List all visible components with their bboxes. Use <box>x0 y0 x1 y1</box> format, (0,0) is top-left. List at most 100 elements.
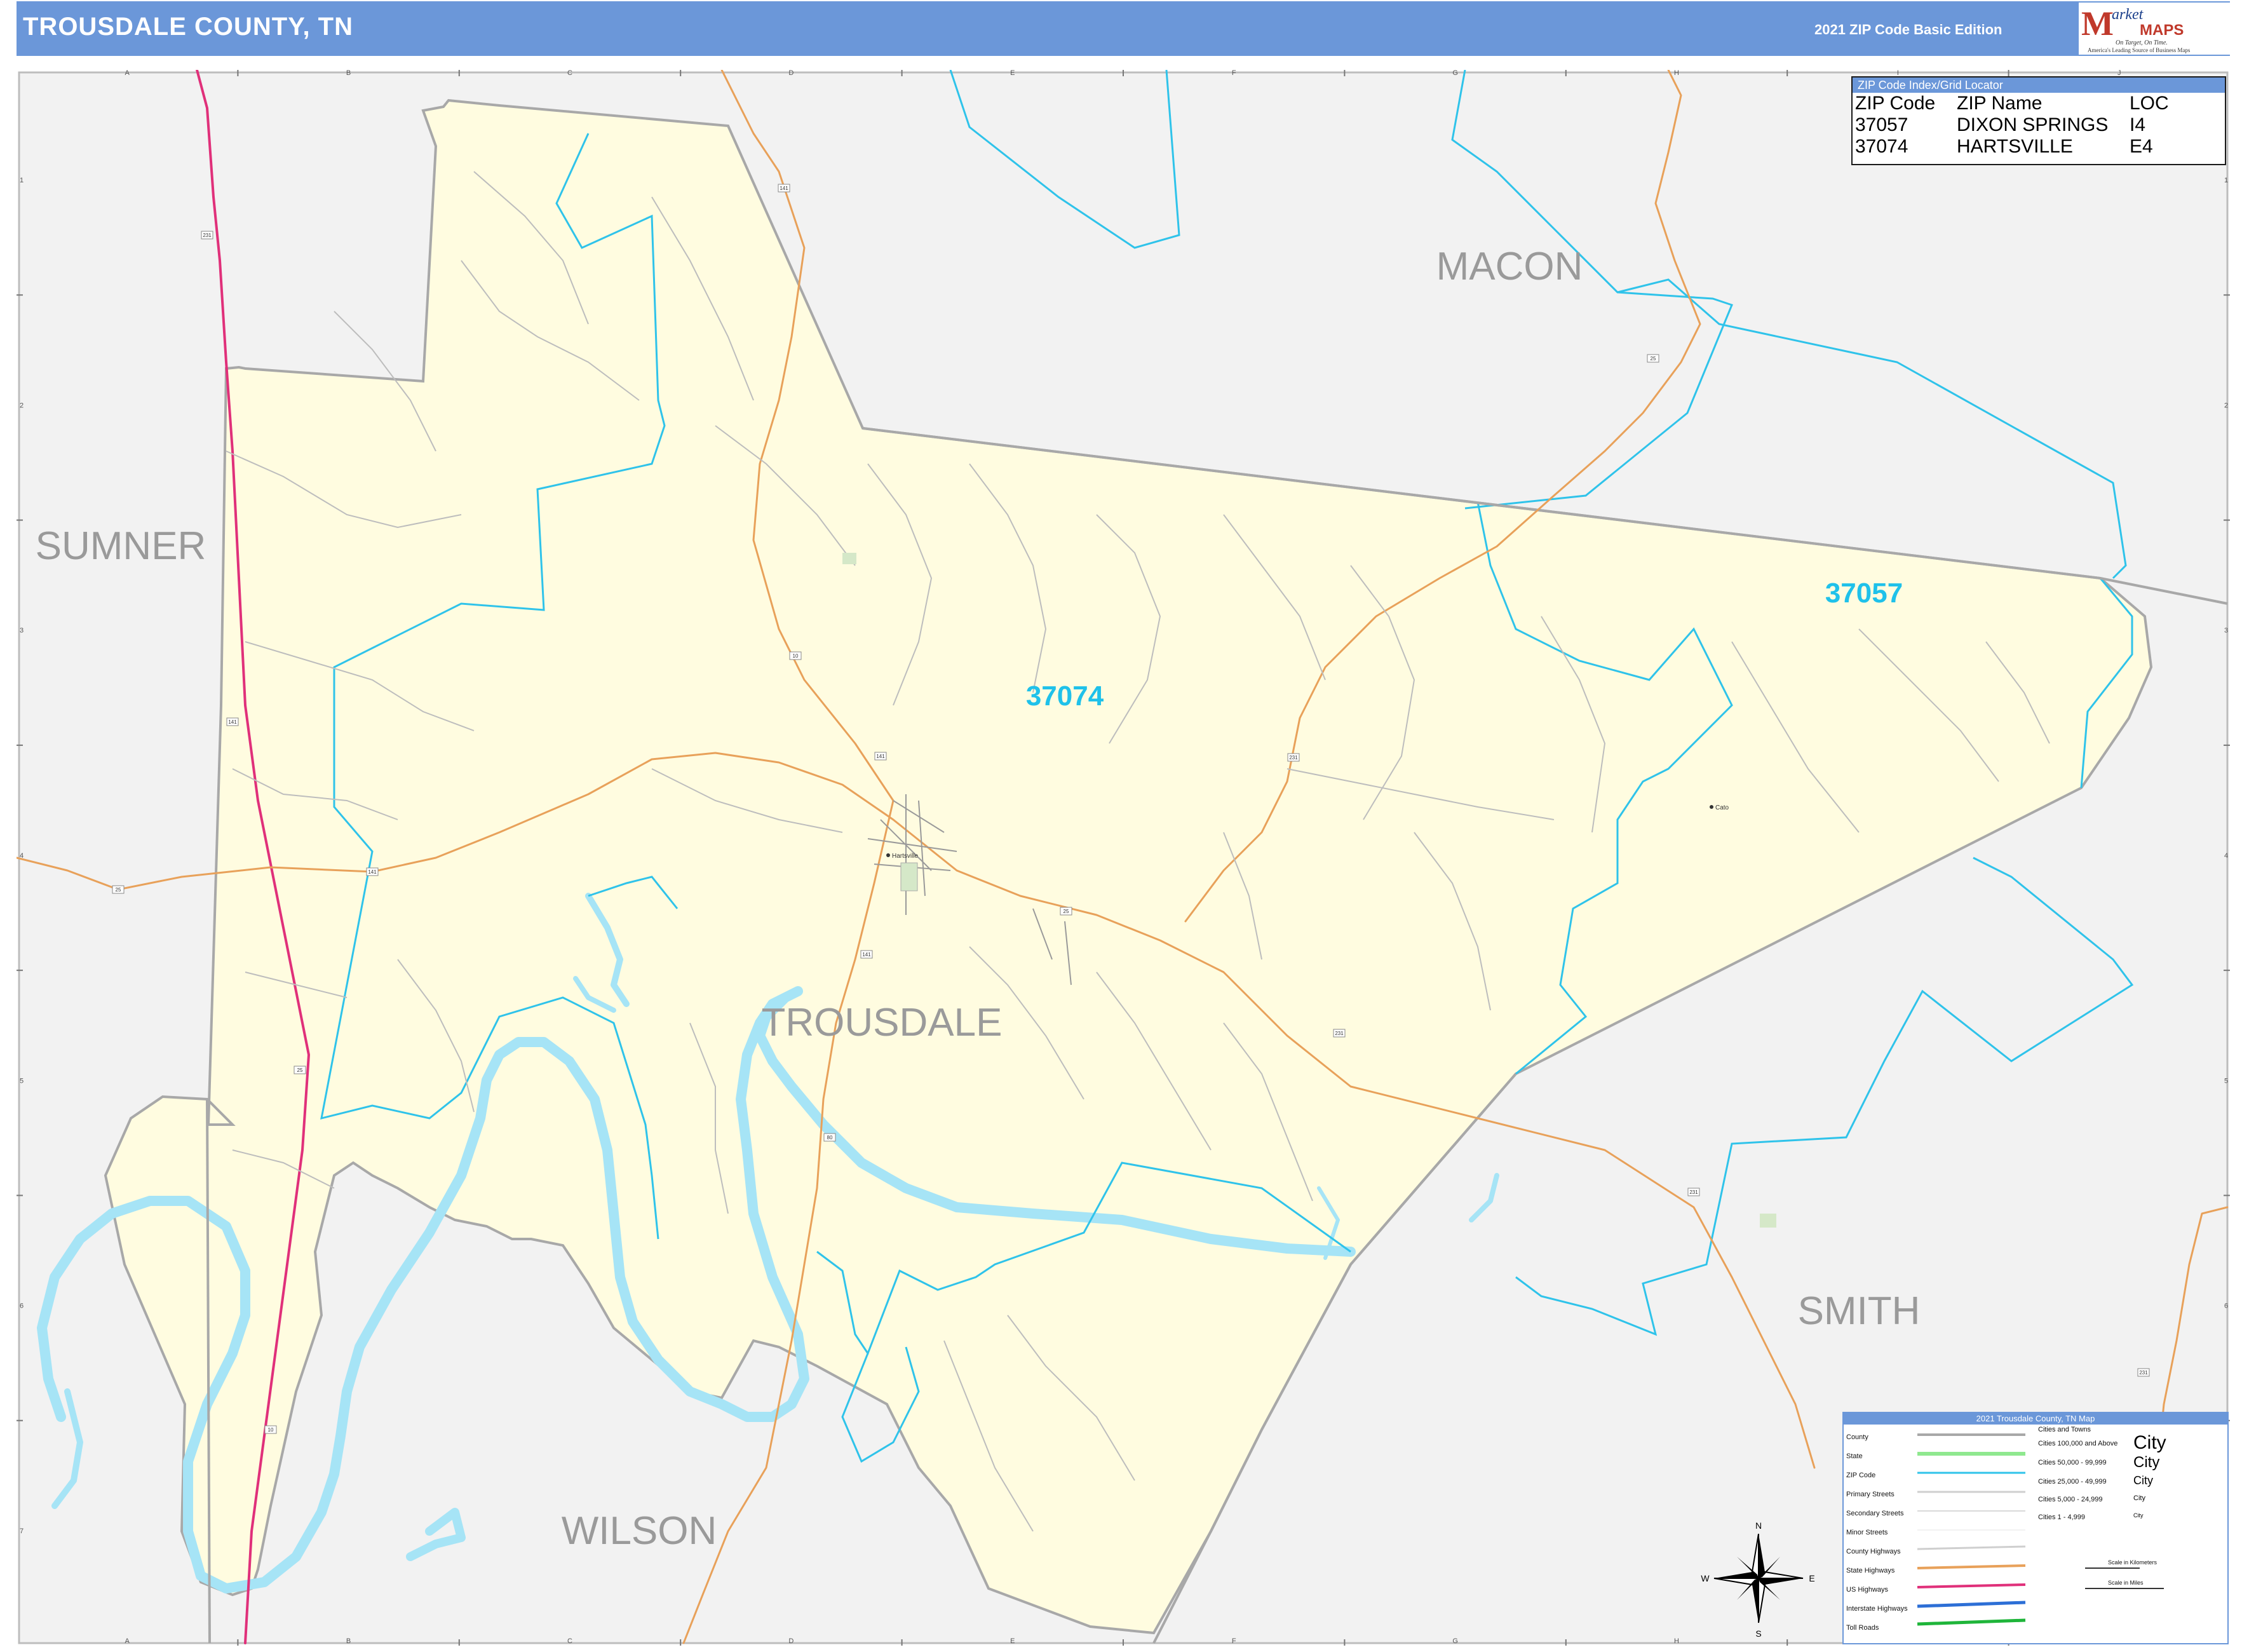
zip-index-header-row: ZIP Code ZIP Name LOC <box>1855 93 2169 114</box>
grid-row-label: 1 <box>20 177 24 184</box>
grid-row-label: 4 <box>2224 852 2228 860</box>
legend-city-sample: City <box>2133 1512 2144 1519</box>
legend-city-sample: City <box>2133 1454 2160 1471</box>
header-bar: TROUSDALE COUNTY, TN 2021 ZIP Code Basic… <box>17 1 2230 56</box>
zip-index-cell: 37074 <box>1855 136 1908 157</box>
svg-text:25: 25 <box>297 1067 303 1073</box>
legend-scale-km: Scale in Kilometers <box>2108 1559 2158 1566</box>
legend-item: State <box>1846 1452 1863 1460</box>
grid-column-label: C <box>567 70 572 77</box>
legend-item: State Highways <box>1846 1567 1895 1574</box>
svg-text:25: 25 <box>1064 909 1069 914</box>
legend-item: Toll Roads <box>1846 1624 1879 1632</box>
zip-index-cell: DIXON SPRINGS <box>1957 114 2109 135</box>
market-maps-logo: M arket MAPS On Target, On Time. America… <box>2079 3 2230 55</box>
legend-cities-title: Cities and Towns <box>2038 1426 2091 1433</box>
legend-item: ZIP Code <box>1846 1472 1876 1479</box>
svg-text:10: 10 <box>793 653 799 659</box>
grid-row-label: 2 <box>2224 402 2228 409</box>
grid-column-label: B <box>346 1637 351 1645</box>
svg-text:231: 231 <box>1289 755 1298 761</box>
zip-index-cell: E4 <box>2130 136 2153 157</box>
highway-shield: 25 <box>1647 354 1659 363</box>
zip-index-col-loc: LOC <box>2130 93 2169 114</box>
grid-row-label: 6 <box>20 1303 24 1310</box>
highway-shield: 141 <box>226 717 239 726</box>
map-title: TROUSDALE COUNTY, TN <box>23 13 353 41</box>
grid-column-label: C <box>567 1637 572 1645</box>
county-label-smith: SMITH <box>1798 1289 1921 1333</box>
highway-shield: 141 <box>874 752 887 761</box>
highway-shield: 231 <box>2137 1368 2150 1377</box>
zip-index-cell: I4 <box>2130 114 2146 135</box>
svg-text:141: 141 <box>368 869 377 875</box>
highway-shield: 231 <box>1687 1188 1700 1196</box>
zip-index-cell: 37057 <box>1855 114 1908 135</box>
svg-text:231: 231 <box>2139 1370 2148 1376</box>
logo-tagline: On Target, On Time. <box>2116 39 2168 46</box>
legend-city-sample: City <box>2133 1432 2166 1453</box>
logo-maps: MAPS <box>2140 22 2184 39</box>
grid-column-label: G <box>1452 70 1458 77</box>
highway-shield: 25 <box>1060 907 1072 916</box>
map-legend: 2021 Trousdale County, TN Map County Sta… <box>1842 1412 2229 1644</box>
legend-city-range: Cities 100,000 and Above <box>2038 1440 2118 1447</box>
zip-index-row: 37074 HARTSVILLE E4 <box>1855 136 2169 158</box>
compass-e: E <box>1809 1573 1814 1583</box>
highway-shield: 231 <box>201 231 213 240</box>
grid-column-label: E <box>1010 70 1015 77</box>
grid-row-label: 5 <box>2224 1077 2228 1085</box>
legend-item: Secondary Streets <box>1846 1510 1904 1517</box>
grid-column-label: G <box>1452 1637 1458 1645</box>
grid-row-label: 5 <box>20 1077 24 1085</box>
legend-city-sample: City <box>2133 1494 2145 1502</box>
grid-row-label: 3 <box>2224 627 2228 635</box>
zip-index-cell: HARTSVILLE <box>1957 136 2073 157</box>
logo-letter: M <box>2081 4 2114 43</box>
legend-city-range: Cities 25,000 - 49,999 <box>2038 1478 2107 1486</box>
grid-row-label: 1 <box>2224 177 2228 184</box>
county-label-wilson: WILSON <box>562 1509 717 1553</box>
county-label-sumner: SUMNER <box>36 524 206 568</box>
zip-index-col-zip: ZIP Code <box>1855 93 1936 114</box>
legend-title: 2021 Trousdale County, TN Map <box>1844 1413 2227 1425</box>
svg-text:231: 231 <box>1689 1189 1698 1195</box>
legend-item: US Highways <box>1846 1586 1889 1594</box>
park-area-smith <box>1760 1214 1776 1228</box>
grid-row-label: 7 <box>20 1527 24 1535</box>
svg-text:25: 25 <box>116 887 121 893</box>
town-label-hartsville: Hartsville <box>892 853 919 860</box>
grid-column-label: E <box>1010 1637 1015 1645</box>
grid-column-label: H <box>1674 1637 1679 1645</box>
grid-row-label: 3 <box>20 627 24 635</box>
svg-text:231: 231 <box>1335 1031 1344 1036</box>
map-area[interactable]: AABBCCDDEEFFGGHHIIJJ11223344556677 <box>17 70 2230 1646</box>
zip-index-grid: ZIP Code ZIP Name LOC 37057 DIXON SPRING… <box>1855 93 2169 158</box>
svg-text:141: 141 <box>862 952 871 958</box>
grid-column-label: B <box>346 70 351 77</box>
zip-index-table: ZIP Code Index/Grid Locator ZIP Code ZIP… <box>1851 76 2226 165</box>
legend-item: County <box>1846 1433 1868 1441</box>
park-area-north <box>842 553 856 564</box>
highway-shield: 10 <box>264 1425 277 1434</box>
highway-shield: 10 <box>789 651 802 660</box>
grid-column-label: H <box>1674 70 1679 77</box>
highway-shield: 25 <box>112 885 125 894</box>
grid-column-label: D <box>788 70 793 77</box>
legend-city-range: Cities 1 - 4,999 <box>2038 1513 2085 1521</box>
svg-text:231: 231 <box>203 233 212 238</box>
grid-row-label: 2 <box>20 402 24 409</box>
legend-scale-miles: Scale in Miles <box>2108 1580 2144 1586</box>
zip-label-37057: 37057 <box>1825 578 1903 609</box>
logo-subtitle: America's Leading Source of Business Map… <box>2088 47 2191 53</box>
legend-item: Minor Streets <box>1846 1529 1888 1536</box>
compass-s: S <box>1755 1628 1761 1639</box>
compass-n: N <box>1755 1520 1762 1531</box>
legend-item: Interstate Highways <box>1846 1605 1908 1613</box>
grid-row-label: 6 <box>2224 1303 2228 1310</box>
grid-column-label: F <box>1232 70 1236 77</box>
compass-w: W <box>1701 1573 1710 1583</box>
county-label-macon: MACON <box>1436 245 1583 288</box>
legend-city-range: Cities 5,000 - 24,999 <box>2038 1496 2103 1503</box>
svg-text:25: 25 <box>1651 356 1656 362</box>
